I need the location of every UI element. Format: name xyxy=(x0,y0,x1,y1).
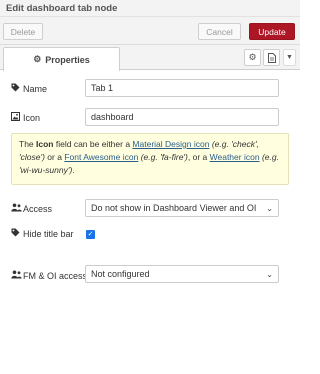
hide-title-label: Hide title bar xyxy=(23,228,74,239)
tab-properties[interactable]: ⚙ Properties xyxy=(3,47,120,71)
access-select-value: Do not show in Dashboard Viewer and OI xyxy=(91,203,257,213)
document-icon xyxy=(267,52,276,63)
gear-icon: ⚙ xyxy=(248,52,257,62)
name-input[interactable]: Tab 1 xyxy=(85,79,279,97)
access-label: Access xyxy=(23,203,53,214)
image-icon xyxy=(11,112,20,123)
help-text: or a xyxy=(44,152,65,162)
icon-row-label: Icon xyxy=(11,112,40,123)
more-tabs-button[interactable]: ▼ xyxy=(283,49,296,66)
chevron-down-icon: ⌄ xyxy=(266,269,273,279)
font-awesome-link[interactable]: Font Awesome icon xyxy=(64,152,138,162)
access-select[interactable]: Do not show in Dashboard Viewer and OI ⌄ xyxy=(85,199,279,217)
check-icon: ✓ xyxy=(87,231,94,238)
icon-label: Icon xyxy=(23,112,41,123)
help-text: . xyxy=(72,165,75,175)
chevron-down-icon: ⌄ xyxy=(266,203,273,213)
tab-strip: ⚙ Properties ⚙ ▼ xyxy=(0,45,300,71)
update-button[interactable]: Update xyxy=(249,23,295,40)
name-label: Name xyxy=(23,83,48,94)
access-row-label: Access xyxy=(11,203,52,214)
help-text: The xyxy=(19,139,37,149)
icon-help-box: The Icon field can be either a Material … xyxy=(11,133,289,185)
users-icon xyxy=(11,270,22,281)
fm-access-label: FM & OI access xyxy=(23,270,88,281)
icon-input[interactable]: dashboard xyxy=(85,108,279,126)
delete-button[interactable]: Delete xyxy=(3,23,43,40)
tag-icon xyxy=(11,228,20,239)
hide-title-checkbox[interactable]: ✓ xyxy=(86,230,95,239)
users-icon xyxy=(11,203,22,214)
name-row-label: Name xyxy=(11,83,47,94)
fm-access-select[interactable]: Not configured ⌄ xyxy=(85,265,279,283)
caret-down-icon: ▼ xyxy=(286,54,293,61)
weather-icon-link[interactable]: Weather icon xyxy=(210,152,260,162)
fm-access-row-label: FM & OI access xyxy=(11,270,87,281)
settings-tab-button[interactable]: ⚙ xyxy=(244,49,261,66)
gear-icon: ⚙ xyxy=(33,54,42,64)
fm-access-select-value: Not configured xyxy=(91,269,150,279)
dialog-toolbar: Delete Cancel Update xyxy=(0,17,300,45)
material-design-link[interactable]: Material Design icon xyxy=(132,139,209,149)
help-text: field can be either a xyxy=(53,139,133,149)
help-text: , or a xyxy=(187,152,210,162)
help-icon-word: Icon xyxy=(36,139,54,149)
hide-title-row-label: Hide title bar xyxy=(11,228,74,239)
description-tab-button[interactable] xyxy=(263,49,280,66)
tag-icon xyxy=(11,83,20,94)
dialog-title: Edit dashboard tab node xyxy=(6,3,118,14)
help-example: (e.g. 'fa-fire') xyxy=(140,152,188,162)
cancel-button[interactable]: Cancel xyxy=(198,23,241,40)
dialog-title-bar: Edit dashboard tab node xyxy=(0,0,300,17)
tab-properties-label: Properties xyxy=(45,54,90,65)
